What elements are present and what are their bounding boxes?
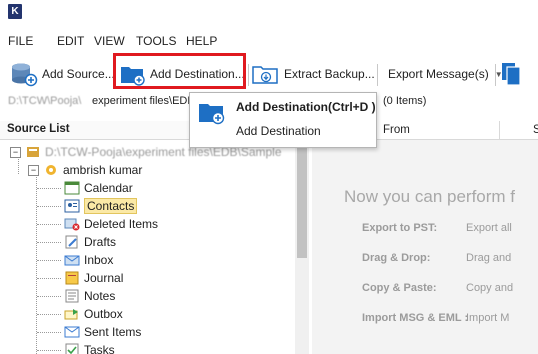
column-partial[interactable]: S [533,124,538,136]
column-from[interactable]: From [383,124,410,136]
title-bar: K [0,0,538,24]
deleted-items-icon [64,217,80,231]
folder-label: Deleted Items [84,217,159,231]
tasks-icon [64,343,80,354]
source-tree: − D:\TCW-Pooja\experiment files\EDB\Samp… [0,140,295,354]
menu-edit[interactable]: EDIT [57,34,84,48]
folder-label: Journal [84,271,124,285]
calendar-icon [64,181,80,195]
collapse-icon[interactable]: − [28,164,39,176]
contacts-icon [64,199,80,213]
folder-journal[interactable]: Journal [64,269,123,287]
empty-state-headline: Now you can perform f [344,187,516,206]
op-drag-desc: Drag and [466,252,512,264]
notes-icon [64,289,80,303]
extract-backup-button[interactable]: Extract Backup... [252,60,375,88]
outbox-icon [64,307,80,321]
tree-user-node[interactable]: − ambrish kumar [28,161,142,179]
menu-file[interactable]: FILE [8,34,33,48]
scrollbar-thumb[interactable] [297,148,307,258]
folder-label: Notes [84,289,116,303]
tree-connector [37,224,61,225]
database-add-icon [12,63,38,87]
op-copy-desc: Copy and [466,282,514,294]
add-source-button[interactable]: Add Source... [10,60,115,88]
folder-label: Outbox [84,307,123,321]
op-import-desc: Import M [466,312,510,324]
menu-bar: FILE EDIT VIEW TOOLS HELP [0,30,538,52]
toolbar-divider [248,64,249,86]
menu-view[interactable]: VIEW [94,34,125,48]
op-export-desc: Export all [466,222,512,234]
folder-label: Inbox [84,253,114,267]
sent-items-icon [64,325,80,339]
folder-label: Drafts [84,235,117,249]
extract-backup-label: Extract Backup... [284,67,375,81]
folder-notes[interactable]: Notes [64,287,115,305]
dropdown-add-destination[interactable]: Add Destination [236,124,321,138]
documents-icon [502,63,521,86]
tree-connector [37,206,61,207]
toolbar-divider [495,64,496,86]
folder-outbox[interactable]: Outbox [64,305,123,323]
tree-connector [37,278,61,279]
app-logo-icon: K [8,4,22,19]
menu-tools[interactable]: TOOLS [136,34,176,48]
add-source-label: Add Source... [42,67,115,81]
tree-connector [37,242,61,243]
folder-add-icon [199,104,225,125]
pages-button[interactable] [500,60,524,88]
tree-scrollbar[interactable] [295,140,309,354]
toolbar-divider [377,64,378,86]
journal-icon [64,271,80,285]
folder-tasks[interactable]: Tasks [64,341,115,354]
folder-label: Sent Items [84,325,142,339]
op-copy-label: Copy & Paste: [362,282,437,294]
user-name: ambrish kumar [63,163,143,177]
folder-extract-icon [252,66,278,84]
user-gear-icon [43,163,59,177]
tree-connector [37,332,61,333]
folder-label: Calendar [84,181,133,195]
path-prefix-redacted: D:\TCW\Pooja\ [8,95,82,107]
op-export-label: Export to PST: [362,222,438,234]
add-destination-highlight [113,53,246,89]
path-text: experiment files\EDB [92,95,195,107]
add-destination-dropdown: Add Destination(Ctrl+D ) Add Destination [189,92,377,148]
collapse-icon[interactable]: − [10,146,21,158]
drafts-icon [64,235,80,249]
item-count: (0 Items) [383,95,427,107]
column-divider [499,121,500,139]
tree-line [36,172,37,354]
op-drag-label: Drag & Drop: [362,252,431,264]
tree-connector [37,350,61,351]
folder-label-selected: Contacts [84,198,138,214]
dropdown-add-destination-shortcut[interactable]: Add Destination(Ctrl+D ) [236,100,376,114]
folder-contacts[interactable]: Contacts [64,197,138,215]
menu-help[interactable]: HELP [186,34,217,48]
folder-drafts[interactable]: Drafts [64,233,116,251]
tree-connector [37,188,61,189]
tree-connector [37,314,61,315]
inbox-icon [64,253,80,267]
folder-sent-items[interactable]: Sent Items [64,323,141,341]
server-icon [25,145,41,159]
folder-calendar[interactable]: Calendar [64,179,133,197]
folder-deleted-items[interactable]: Deleted Items [64,215,158,233]
folder-inbox[interactable]: Inbox [64,251,113,269]
export-message-label: Export Message(s) [388,67,489,81]
folder-label: Tasks [84,343,115,354]
tree-connector [37,260,61,261]
export-message-button[interactable]: Export Message(s) ▼ [388,60,503,88]
tree-connector [37,296,61,297]
source-list-title: Source List [7,123,70,135]
op-import-label: Import MSG & EML : [362,312,469,324]
